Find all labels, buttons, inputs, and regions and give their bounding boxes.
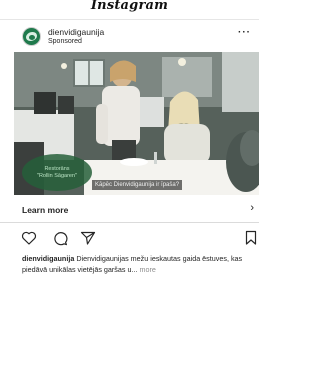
send-icon[interactable] <box>80 230 96 246</box>
post-header: dienvidigaunija Sponsored ··· <box>0 20 259 50</box>
bookmark-icon[interactable] <box>245 230 261 246</box>
comment-icon[interactable] <box>52 230 68 246</box>
post-caption: dienvidigaunija Dienvidigaunijas mežu ie… <box>22 253 258 275</box>
post-media[interactable]: Restorāns "Rollin Sāgaren" Kāpēc Dienvid… <box>14 52 259 195</box>
caption-username[interactable]: dienvidigaunija <box>22 254 74 263</box>
post-actions <box>0 230 259 248</box>
app-title: Instagram <box>90 0 169 13</box>
heart-icon[interactable] <box>21 230 37 246</box>
app-bar: Instagram <box>0 0 259 20</box>
avatar-leaf-logo-detail <box>29 35 35 40</box>
caption-more-link[interactable]: more <box>139 265 155 274</box>
instagram-feed-screen: Instagram dienvidigaunija Sponsored ··· <box>0 0 259 365</box>
learn-more-label[interactable]: Learn more <box>22 205 68 215</box>
chevron-right-icon[interactable]: › <box>250 202 254 214</box>
video-subtitle-caption: Kāpēc Dienvidigaunija ir īpaša? <box>92 180 183 190</box>
learn-more-bar[interactable]: Learn more › <box>0 200 259 223</box>
overlay-logo-line1: Restorāns <box>44 165 70 172</box>
sponsored-label: Sponsored <box>48 38 82 45</box>
overlay-logo-line2: "Rollin Sāgaren" <box>37 172 77 179</box>
restaurant-name-overlay: Restorāns "Rollin Sāgaren" <box>22 154 92 191</box>
account-name[interactable]: dienvidigaunija <box>48 27 104 37</box>
more-horizontal-icon[interactable]: ··· <box>238 28 251 38</box>
avatar[interactable] <box>22 27 41 46</box>
